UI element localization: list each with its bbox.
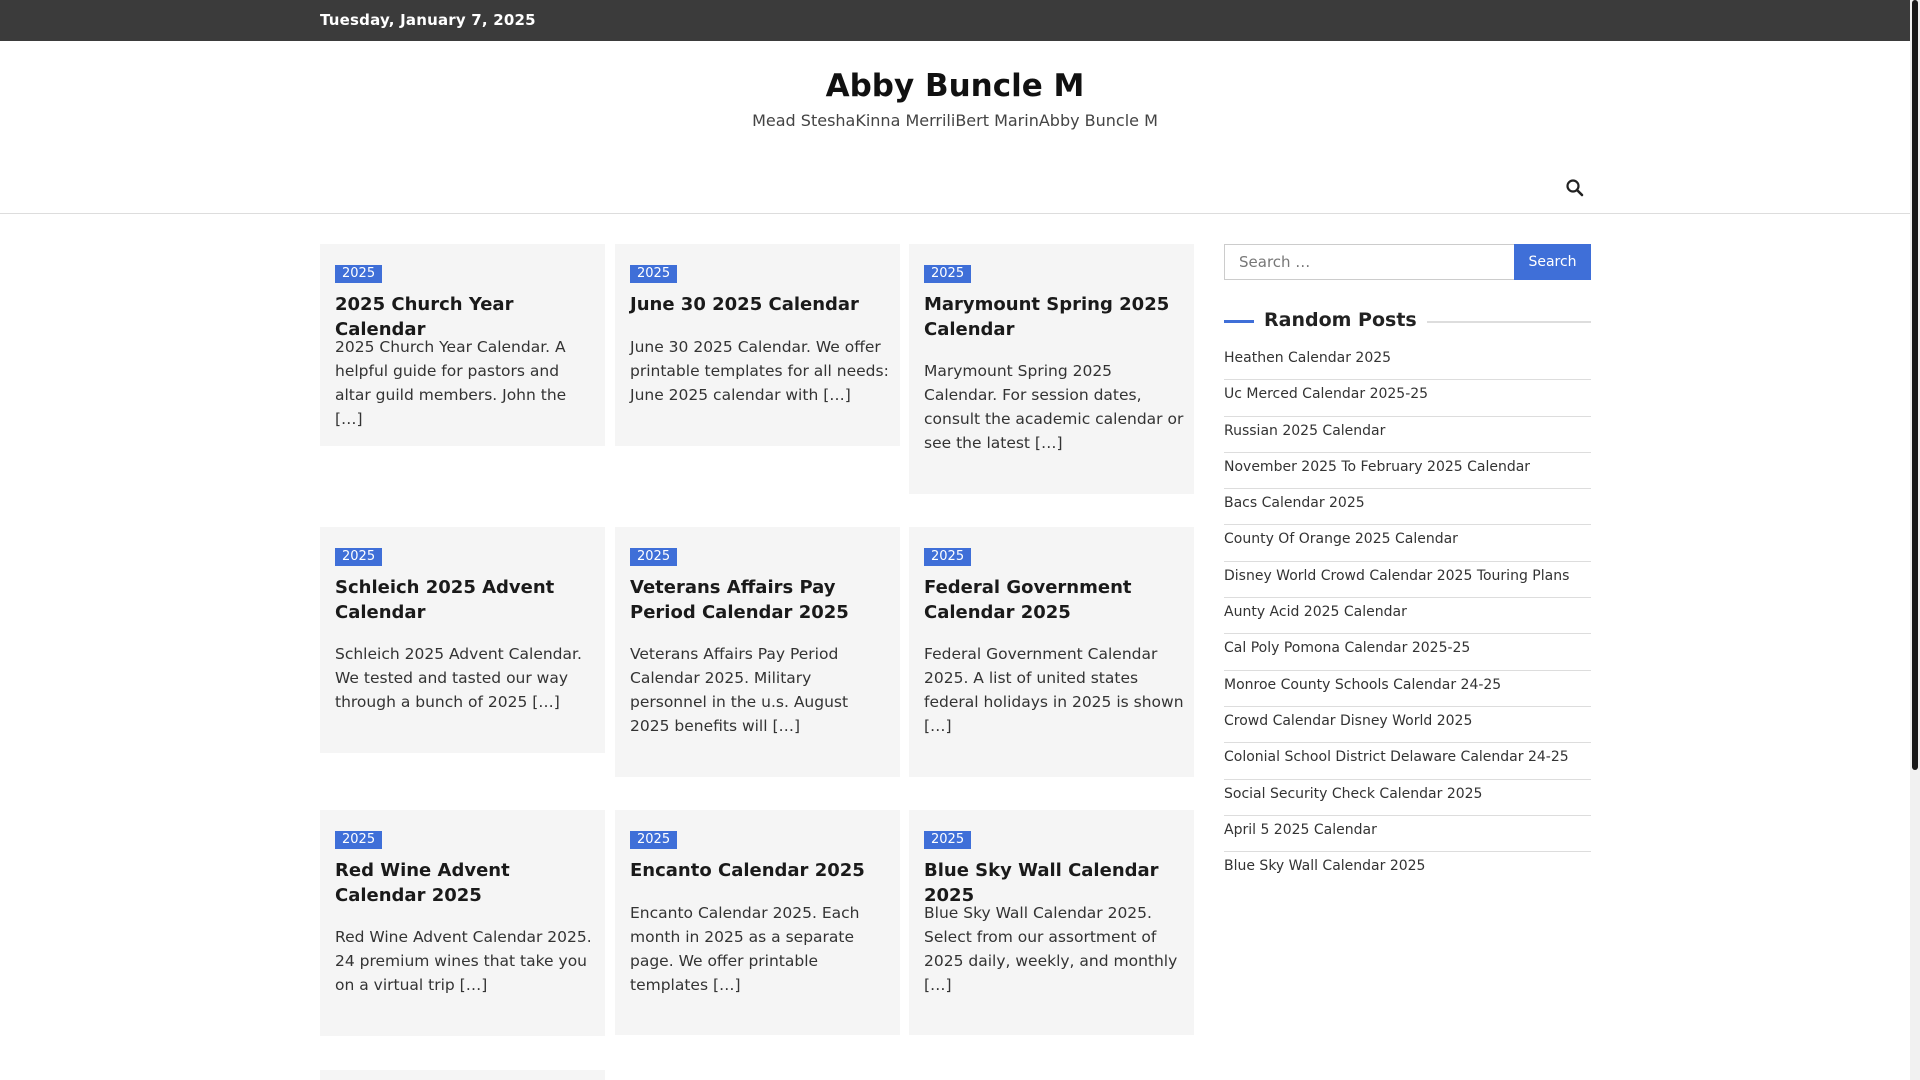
category-badge[interactable]: 2025 — [630, 265, 678, 283]
sidebar-search-input[interactable] — [1224, 244, 1515, 280]
list-item[interactable]: Colonial School District Delaware Calend… — [1224, 743, 1591, 780]
post-title[interactable]: Red Wine Advent Calendar 2025 — [335, 858, 597, 908]
category-badge[interactable]: 2025 — [630, 548, 678, 566]
category-badge[interactable]: 2025 — [924, 548, 972, 566]
post-excerpt: Schleich 2025 Advent Calendar. We tested… — [335, 645, 582, 711]
post-excerpt: June 30 2025 Calendar. We offer printabl… — [630, 338, 889, 404]
list-item[interactable]: Russian 2025 Calendar — [1224, 417, 1591, 453]
heading-accent-bar — [1224, 320, 1254, 323]
post-excerpt: Encanto Calendar 2025. Each month in 202… — [630, 904, 860, 994]
site-title[interactable]: Abby Buncle M — [0, 68, 1910, 104]
post-title[interactable]: Schleich 2025 Advent Calendar — [335, 575, 597, 625]
top-bar: Tuesday, January 7, 2025 — [0, 0, 1910, 41]
category-badge[interactable]: 2025 — [335, 831, 383, 849]
post-card: 2025 Schleich 2025 Advent Calendar Schle… — [320, 527, 605, 753]
post-card — [320, 1070, 605, 1080]
site-description: Mead SteshaKinna MerriliBert MarinAbby B… — [752, 111, 1158, 130]
post-excerpt: Red Wine Advent Calendar 2025. 24 premiu… — [335, 928, 592, 994]
heading-divider — [1406, 321, 1591, 323]
post-card: 2025 June 30 2025 Calendar June 30 2025 … — [615, 244, 900, 446]
post-card: 2025 Federal Government Calendar 2025 Fe… — [909, 527, 1194, 777]
post-excerpt: Veterans Affairs Pay Period Calendar 202… — [630, 645, 849, 735]
post-title[interactable]: Federal Government Calendar 2025 — [924, 575, 1186, 625]
category-badge[interactable]: 2025 — [335, 548, 383, 566]
category-badge[interactable]: 2025 — [335, 265, 383, 283]
post-card: 2025 Marymount Spring 2025 Calendar Mary… — [909, 244, 1194, 494]
post-title[interactable]: Veterans Affairs Pay Period Calendar 202… — [630, 575, 892, 625]
list-item[interactable]: Heathen Calendar 2025 — [1224, 344, 1591, 381]
post-card: 2025 2025 Church Year Calendar 2025 Chur… — [320, 244, 605, 446]
list-item[interactable]: Uc Merced Calendar 2025-25 — [1224, 380, 1591, 417]
list-item[interactable]: Crowd Calendar Disney World 2025 — [1224, 707, 1591, 744]
list-item[interactable]: Monroe County Schools Calendar 24-25 — [1224, 671, 1591, 707]
category-badge[interactable]: 2025 — [924, 265, 972, 283]
random-posts-list: Heathen Calendar 2025 Uc Merced Calendar… — [1224, 344, 1591, 888]
category-badge[interactable]: 2025 — [630, 831, 678, 849]
post-card: 2025 Encanto Calendar 2025 Encanto Calen… — [615, 810, 900, 1035]
post-excerpt: 2025 Church Year Calendar. A helpful gui… — [335, 338, 567, 428]
list-item[interactable]: November 2025 To February 2025 Calendar — [1224, 453, 1591, 490]
list-item[interactable]: Disney World Crowd Calendar 2025 Touring… — [1224, 562, 1591, 599]
post-excerpt: Blue Sky Wall Calendar 2025. Select from… — [924, 904, 1178, 994]
post-title[interactable]: Marymount Spring 2025 Calendar — [924, 292, 1186, 342]
current-date: Tuesday, January 7, 2025 — [320, 11, 536, 29]
post-title[interactable]: Encanto Calendar 2025 — [630, 858, 892, 883]
list-item[interactable]: County Of Orange 2025 Calendar — [1224, 525, 1591, 562]
list-item[interactable]: Aunty Acid 2025 Calendar — [1224, 598, 1591, 635]
post-card: 2025 Veterans Affairs Pay Period Calenda… — [615, 527, 900, 777]
main-navigation — [0, 168, 1910, 214]
random-posts-title: Random Posts — [1264, 309, 1427, 331]
sidebar-search-button[interactable]: Search — [1514, 244, 1591, 280]
post-excerpt: Marymount Spring 2025 Calendar. For sess… — [924, 362, 1184, 452]
post-card: 2025 Red Wine Advent Calendar 2025 Red W… — [320, 810, 605, 1036]
category-badge[interactable]: 2025 — [924, 831, 972, 849]
list-item[interactable]: Cal Poly Pomona Calendar 2025-25 — [1224, 634, 1591, 671]
search-icon[interactable] — [1565, 178, 1585, 198]
post-title[interactable]: June 30 2025 Calendar — [630, 292, 892, 317]
scrollbar[interactable] — [1910, 0, 1920, 1080]
random-posts-heading: Random Posts — [1224, 309, 1591, 333]
list-item[interactable]: Social Security Check Calendar 2025 — [1224, 780, 1591, 816]
scrollbar-thumb[interactable] — [1912, 0, 1918, 770]
list-item[interactable]: Blue Sky Wall Calendar 2025 — [1224, 852, 1591, 888]
post-excerpt: Federal Government Calendar 2025. A list… — [924, 645, 1184, 735]
post-card: 2025 Blue Sky Wall Calendar 2025 Blue Sk… — [909, 810, 1194, 1035]
list-item[interactable]: April 5 2025 Calendar — [1224, 816, 1591, 853]
list-item[interactable]: Bacs Calendar 2025 — [1224, 489, 1591, 526]
